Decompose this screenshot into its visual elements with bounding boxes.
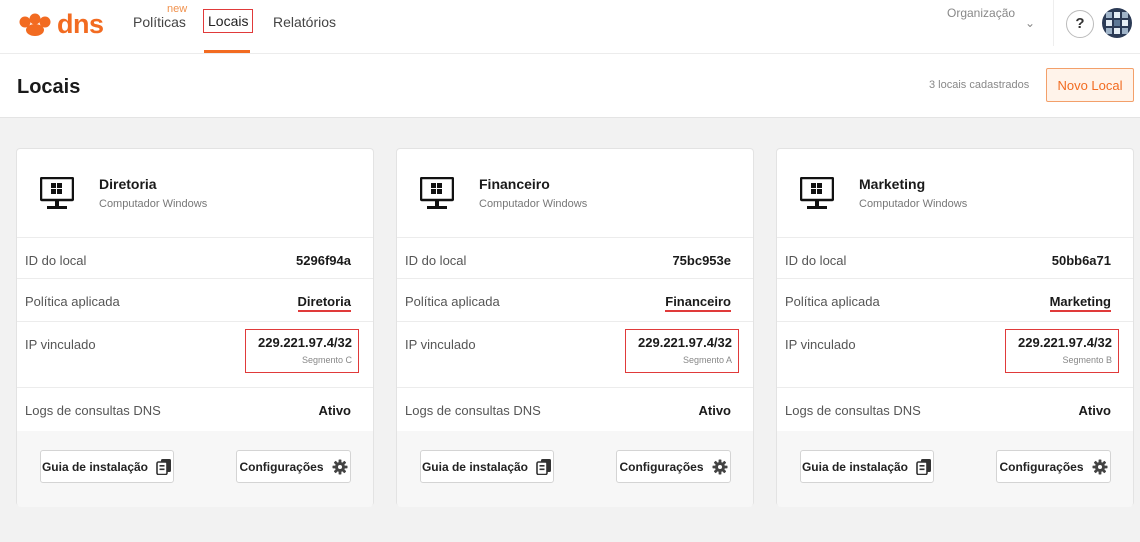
location-card: Financeiro Computador Windows ID do loca… xyxy=(396,148,754,507)
ip-highlight-box: 229.221.97.4/32 Segmento B xyxy=(1005,329,1119,373)
card-footer: Guia de instalação Configurações xyxy=(777,431,1133,507)
new-location-button[interactable]: Novo Local xyxy=(1046,68,1134,102)
card-header: Financeiro Computador Windows xyxy=(397,149,753,238)
segment-label: Segmento A xyxy=(682,355,732,365)
logs-row: Logs de consultas DNS Ativo xyxy=(777,388,1133,431)
location-name: Financeiro xyxy=(479,176,550,192)
help-button[interactable]: ? xyxy=(1066,10,1094,38)
ip-value: 229.221.97.4/32 xyxy=(258,335,352,350)
settings-button-label: Configurações xyxy=(239,459,324,474)
segment-label: Segmento B xyxy=(1062,355,1112,365)
nav-item-relatorios[interactable]: Relatórios xyxy=(273,14,336,30)
logo-text: dns xyxy=(57,9,104,39)
policy-row: Política aplicada Financeiro xyxy=(397,279,753,322)
logs-status: Ativo xyxy=(318,403,352,418)
ip-highlight-box: 229.221.97.4/32 Segmento C xyxy=(245,329,359,373)
installation-guide-button[interactable]: Guia de instalação xyxy=(420,450,554,483)
ip-row: IP vinculado 229.221.97.4/32 Segmento A xyxy=(397,322,753,388)
logs-label: Logs de consultas DNS xyxy=(25,403,161,418)
paw-logo-icon xyxy=(19,13,51,36)
policy-label: Política aplicada xyxy=(25,294,120,309)
id-value: 5296f94a xyxy=(296,253,351,268)
installation-guide-button[interactable]: Guia de instalação xyxy=(800,450,934,483)
logs-status: Ativo xyxy=(698,403,732,418)
ip-value: 229.221.97.4/32 xyxy=(1018,335,1112,350)
copy-icon xyxy=(916,459,932,475)
location-card: Diretoria Computador Windows ID do local… xyxy=(16,148,374,507)
settings-button-label: Configurações xyxy=(619,459,704,474)
page-header: Locais 3 locais cadastrados Novo Local xyxy=(0,54,1140,118)
windows-computer-icon xyxy=(40,177,74,209)
card-footer: Guia de instalação Configurações xyxy=(17,431,373,507)
ip-label: IP vinculado xyxy=(25,337,96,352)
settings-button[interactable]: Configurações xyxy=(616,450,731,483)
location-type: Computador Windows xyxy=(859,198,968,210)
id-row: ID do local 5296f94a xyxy=(17,238,373,279)
location-type: Computador Windows xyxy=(99,198,208,210)
nav-item-politicas[interactable]: Políticas xyxy=(133,14,186,30)
logs-label: Logs de consultas DNS xyxy=(785,403,921,418)
guide-button-label: Guia de instalação xyxy=(801,459,909,474)
card-header: Diretoria Computador Windows xyxy=(17,149,373,238)
avatar[interactable] xyxy=(1102,8,1132,38)
copy-icon xyxy=(156,459,172,475)
logo[interactable]: dns xyxy=(18,9,104,40)
gear-icon xyxy=(712,459,727,474)
ip-row: IP vinculado 229.221.97.4/32 Segmento C xyxy=(17,322,373,388)
settings-button[interactable]: Configurações xyxy=(236,450,351,483)
ip-label: IP vinculado xyxy=(405,337,476,352)
ip-value: 229.221.97.4/32 xyxy=(638,335,732,350)
ip-label: IP vinculado xyxy=(785,337,856,352)
location-name: Diretoria xyxy=(99,176,157,192)
organization-selector[interactable]: Organização xyxy=(947,6,1015,20)
windows-computer-icon xyxy=(420,177,454,209)
settings-button-label: Configurações xyxy=(999,459,1084,474)
ip-highlight-box: 229.221.97.4/32 Segmento A xyxy=(625,329,739,373)
card-header: Marketing Computador Windows xyxy=(777,149,1133,238)
locations-count: 3 locais cadastrados xyxy=(929,79,1030,91)
logs-label: Logs de consultas DNS xyxy=(405,403,541,418)
segment-label: Segmento C xyxy=(301,355,352,365)
nav-divider xyxy=(1053,0,1054,46)
settings-button[interactable]: Configurações xyxy=(996,450,1111,483)
card-footer: Guia de instalação Configurações xyxy=(397,431,753,507)
active-tab-indicator xyxy=(204,50,250,53)
ip-row: IP vinculado 229.221.97.4/32 Segmento B xyxy=(777,322,1133,388)
page-title: Locais xyxy=(17,76,81,98)
id-label: ID do local xyxy=(405,253,467,268)
chevron-down-icon[interactable]: ⌄ xyxy=(1025,16,1035,30)
policy-label: Política aplicada xyxy=(785,294,880,309)
avatar-icon xyxy=(1102,8,1132,38)
id-row: ID do local 75bc953e xyxy=(397,238,753,279)
top-navigation: dns new Políticas Locais Relatórios Orga… xyxy=(0,0,1140,54)
policy-link[interactable]: Financeiro xyxy=(665,294,731,312)
policy-link[interactable]: Marketing xyxy=(1049,294,1111,312)
policy-row: Política aplicada Diretoria xyxy=(17,279,373,322)
id-value: 75bc953e xyxy=(672,253,731,268)
copy-icon xyxy=(536,459,552,475)
logs-status: Ativo xyxy=(1078,403,1112,418)
guide-button-label: Guia de instalação xyxy=(421,459,529,474)
policy-link[interactable]: Diretoria xyxy=(297,294,351,312)
id-row: ID do local 50bb6a71 xyxy=(777,238,1133,279)
gear-icon xyxy=(332,459,347,474)
logs-row: Logs de consultas DNS Ativo xyxy=(17,388,373,431)
location-type: Computador Windows xyxy=(479,198,588,210)
installation-guide-button[interactable]: Guia de instalação xyxy=(40,450,174,483)
id-label: ID do local xyxy=(785,253,847,268)
guide-button-label: Guia de instalação xyxy=(41,459,149,474)
location-name: Marketing xyxy=(859,176,926,192)
id-value: 50bb6a71 xyxy=(1051,253,1111,268)
policy-label: Política aplicada xyxy=(405,294,500,309)
location-card: Marketing Computador Windows ID do local… xyxy=(776,148,1134,507)
id-label: ID do local xyxy=(25,253,87,268)
gear-icon xyxy=(1092,459,1107,474)
windows-computer-icon xyxy=(800,177,834,209)
nav-item-locais[interactable]: Locais xyxy=(203,9,254,33)
policy-row: Política aplicada Marketing xyxy=(777,279,1133,322)
logs-row: Logs de consultas DNS Ativo xyxy=(397,388,753,431)
